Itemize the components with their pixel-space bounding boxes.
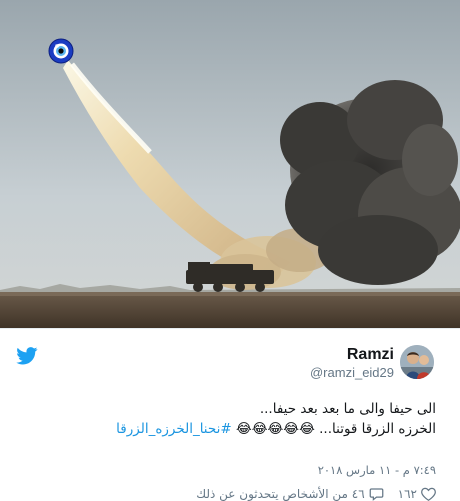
tweet-text: الى حيفا والى ما بعد بعد حيفا... الخرزه … (26, 399, 436, 439)
tweet-body: Ramzi @ramzi_eid29 الى حيفا والى ما بعد … (0, 328, 460, 501)
avatar[interactable] (400, 345, 434, 379)
hashtag-link[interactable]: #نحنا_الخرزه_الزرقا (116, 421, 232, 437)
tweet-card: Ramzi @ramzi_eid29 الى حيفا والى ما بعد … (0, 0, 460, 501)
laughing-emoji-run: 😂😂😂😂😂 (235, 421, 315, 437)
like-action[interactable]: ١٦٢ (398, 487, 436, 501)
people-talking-text: ٤٦ من الأشخاص يتحدثون عن ذلك (196, 487, 365, 501)
author-handle[interactable]: @ramzi_eid29 (310, 364, 394, 381)
comment-icon (369, 488, 384, 501)
tweet-line-2: الخرزه الزرقا قوتنا... 😂😂😂😂😂 #نحنا_الخرز… (26, 419, 436, 439)
tweet-actions: ١٦٢ ٤٦ من الأشخاص يتحدثون عن ذلك (182, 487, 436, 501)
tweet-line-2-text: الخرزه الزرقا قوتنا... (319, 421, 436, 437)
tweet-timestamp[interactable]: ٧:٤٩ م - ١١ مارس ٢٠١٨ (318, 463, 436, 477)
heart-icon (421, 487, 436, 501)
author-name[interactable]: Ramzi (310, 345, 394, 364)
tweet-line-1: الى حيفا والى ما بعد بعد حيفا... (259, 401, 436, 417)
tweet-author[interactable]: Ramzi @ramzi_eid29 (310, 345, 394, 381)
likes-count: ١٦٢ (397, 487, 417, 501)
tweet-photo[interactable] (0, 0, 460, 328)
evil-eye-icon (48, 38, 74, 64)
conversation-action[interactable]: ٤٦ من الأشخاص يتحدثون عن ذلك (196, 487, 384, 501)
twitter-bird-icon[interactable] (16, 347, 38, 365)
